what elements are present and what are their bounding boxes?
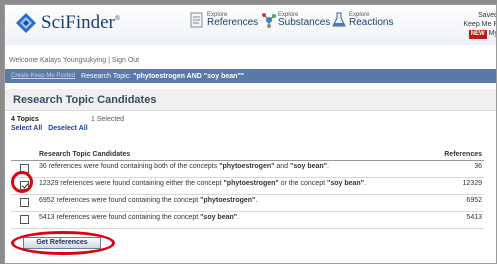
row-text: 12329 references were found containing e…	[39, 180, 224, 187]
selected-count: 1 Selected	[91, 116, 125, 123]
row-text-end: .	[255, 197, 258, 204]
table-row: 12329 references were found containing e…	[11, 177, 484, 195]
row-text-mid: and	[274, 163, 291, 170]
saved-link[interactable]: Saved	[463, 11, 496, 20]
row-concept: "phytoestrogen"	[219, 163, 275, 170]
create-keep-me-posted-link[interactable]: Create Keep Me Posted	[11, 73, 75, 79]
app-window: SciFinder® Explore References Explore Su…	[4, 4, 497, 264]
welcome-text: Welcome Kalays Youngsukying	[9, 57, 107, 64]
saved-panel: Saved Keep Me P NEWMy	[463, 11, 496, 39]
research-topic-query: "phytoestrogen AND "soy bean""	[133, 72, 245, 80]
row-text: 36 references were found containing both…	[39, 163, 220, 170]
logo-registered-mark: ®	[114, 14, 121, 23]
row-text: 5413 references were found containing th…	[39, 214, 201, 221]
row-concept: "phytoestrogen"	[223, 180, 279, 187]
header-references: References	[424, 149, 484, 161]
row-references: 12329	[424, 177, 484, 195]
nav-explore-references[interactable]: Explore References	[190, 12, 258, 28]
row-checkbox[interactable]	[20, 215, 29, 224]
welcome-bar: Welcome Kalays Youngsukying | Sign Out	[9, 57, 139, 64]
row-checkbox[interactable]	[20, 198, 29, 207]
row-concept: "phytoestrogen"	[200, 197, 256, 204]
annotation-circle-button	[11, 231, 115, 255]
row-text-end: .	[237, 214, 240, 221]
nav-explore-substances[interactable]: Explore Substances	[261, 12, 330, 28]
sign-out-link[interactable]: Sign Out	[112, 57, 139, 64]
research-topic-prefix: Research Topic	[81, 72, 130, 80]
row-text-end: .	[327, 163, 329, 170]
scifinder-logo[interactable]: SciFinder®	[15, 12, 120, 34]
row-text-mid: or the concept	[278, 180, 327, 187]
header-candidates: Research Topic Candidates	[37, 149, 424, 161]
row-concept: "soy bean"	[200, 214, 238, 221]
row-concept-2: "soy bean"	[327, 180, 364, 187]
nav-reactions-label: Reactions	[349, 17, 394, 28]
row-concept-2: "soy bean"	[290, 163, 328, 170]
document-icon	[190, 12, 204, 28]
welcome-separator: |	[108, 57, 110, 64]
nav-explore-reactions[interactable]: Explore Reactions	[332, 12, 393, 28]
table-row: 6952 references were found containing th…	[11, 194, 484, 212]
row-references: 36	[424, 160, 484, 178]
keep-me-posted-link[interactable]: Keep Me P	[463, 20, 496, 29]
row-references: 5413	[424, 211, 484, 229]
selection-controls: Select All Deselect All	[11, 125, 92, 132]
table-row: 36 references were found containing both…	[11, 160, 484, 178]
page-title: Research Topic Candidates	[5, 89, 496, 111]
my-link[interactable]: My	[489, 30, 496, 37]
row-text: 6952 references were found containing th…	[39, 197, 201, 204]
candidates-table: Research Topic Candidates References 36 …	[11, 149, 484, 229]
select-all-link[interactable]: Select All	[11, 125, 42, 132]
header-bar: SciFinder® Explore References Explore Su…	[5, 5, 496, 45]
annotation-circle-checkbox	[11, 171, 33, 193]
row-references: 6952	[424, 194, 484, 212]
new-badge: NEW	[468, 30, 487, 39]
molecule-icon	[261, 12, 276, 28]
row-text-end: .	[363, 180, 366, 187]
nav-references-label: References	[207, 17, 259, 28]
deselect-all-link[interactable]: Deselect All	[48, 125, 87, 132]
nav-substances-label: Substances	[278, 17, 331, 28]
logo-text: SciFinder	[41, 12, 115, 33]
table-header-row: Research Topic Candidates References	[11, 149, 484, 161]
breadcrumb: Create Keep Me Posted Research Topic: "p…	[5, 69, 496, 83]
flask-icon	[332, 12, 346, 28]
topic-counts: 4 Topics 1 Selected	[11, 116, 124, 123]
topic-count: 4 Topics	[11, 116, 39, 123]
logo-mark-icon	[15, 12, 37, 34]
table-row: 5413 references were found containing th…	[11, 211, 484, 229]
